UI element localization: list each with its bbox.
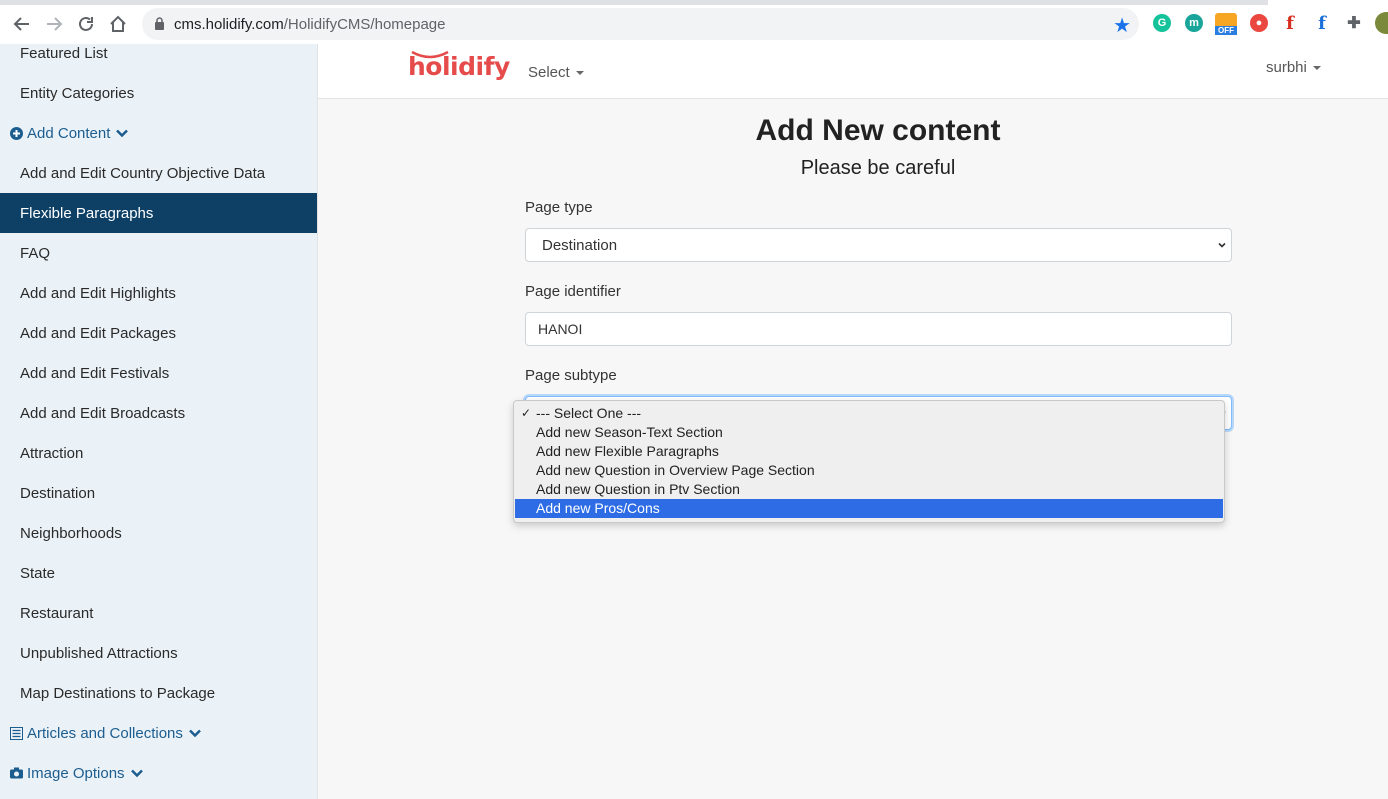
checkmark-icon: ✓ [521,406,532,420]
subtype-option-select-one[interactable]: ✓ --- Select One --- [515,404,1223,423]
page-title: Add New content [755,114,1001,147]
sidebar-group-add-content[interactable]: Add Content [0,113,317,153]
camera-icon [10,767,23,780]
forward-arrow-icon[interactable] [40,10,68,38]
chevron-updown-icon [1218,242,1226,248]
sidebar-item-restaurant[interactable]: Restaurant [0,593,317,633]
page-type-select[interactable]: Destination [525,228,1232,262]
page-subtype-options-popup: ✓ --- Select One --- Add new Season-Text … [513,400,1225,523]
sidebar-item-highlights[interactable]: Add and Edit Highlights [0,273,317,313]
page-type-label: Page type [525,199,593,216]
coupon-extension-icon[interactable]: OFF [1215,13,1237,35]
sidebar-item-featured-list[interactable]: Featured List [0,44,317,73]
user-dropdown-menu[interactable]: surbhi [1266,59,1321,76]
caret-down-icon [1312,66,1321,71]
sidebar: Featured List Entity Categories Add Cont… [0,44,318,799]
sidebar-item-label: Flexible Paragraphs [20,204,154,222]
address-bar[interactable]: cms.holidify.com/HolidifyCMS/homepage ★ [142,8,1139,40]
page-identifier-input[interactable]: HANOI [525,312,1232,346]
puzzle-extensions-icon[interactable]: ✚ [1345,14,1363,32]
tab-strip [0,0,1388,5]
sidebar-item-label: Add and Edit Broadcasts [20,404,186,422]
sidebar-group-label: Add Content [27,124,111,142]
subtype-option-flexible-paragraphs[interactable]: Add new Flexible Paragraphs [515,442,1223,461]
sidebar-group-label: Image Options [27,764,125,782]
page-identifier-value: HANOI [538,321,583,337]
sidebar-item-label: Destination [20,484,96,502]
holidify-logo[interactable]: holidify [408,52,510,81]
grammarly-extension-icon[interactable]: G [1153,14,1171,32]
subtype-option-ptv-question[interactable]: Add new Question in Ptv Section [515,480,1223,499]
sidebar-item-label: Add and Edit Festivals [20,364,170,382]
sidebar-item-broadcasts[interactable]: Add and Edit Broadcasts [0,393,317,433]
sidebar-item-state[interactable]: State [0,553,317,593]
sidebar-item-label: Add and Edit Country Objective Data [20,164,266,182]
sidebar-item-label: Map Destinations to Package [20,684,216,702]
sidebar-item-label: Entity Categories [20,84,135,102]
sidebar-item-label: State [20,564,56,582]
chevron-down-icon [189,729,201,738]
reload-icon[interactable] [72,10,100,38]
home-icon[interactable] [104,10,132,38]
sidebar-item-label: Unpublished Attractions [20,644,178,662]
sidebar-group-articles[interactable]: Articles and Collections [0,713,317,753]
user-name: surbhi [1266,59,1307,76]
m-extension-icon[interactable]: m [1185,14,1203,32]
sidebar-item-faq[interactable]: FAQ [0,233,317,273]
red-extension-icon[interactable]: ● [1250,14,1268,32]
bookmark-star-icon[interactable]: ★ [1113,13,1131,38]
chevron-down-icon [116,129,129,138]
f-red-extension-icon[interactable]: f [1281,13,1299,34]
facebook-extension-icon[interactable]: f [1313,13,1331,34]
caret-down-icon [575,71,584,76]
subtype-option-pros-cons[interactable]: Add new Pros/Cons [515,499,1223,518]
browser-toolbar: cms.holidify.com/HolidifyCMS/homepage ★ … [0,0,1388,45]
chevron-down-icon [130,769,143,778]
sidebar-item-packages[interactable]: Add and Edit Packages [0,313,317,353]
select-menu-label: Select [528,64,570,81]
sidebar-item-festivals[interactable]: Add and Edit Festivals [0,353,317,393]
sidebar-item-flexible-paragraphs[interactable]: Flexible Paragraphs [0,193,317,233]
active-tab[interactable] [1268,0,1388,5]
sidebar-item-destination[interactable]: Destination [0,473,317,513]
page-identifier-label: Page identifier [525,283,621,300]
sidebar-item-label: Restaurant [20,604,94,622]
select-dropdown-menu[interactable]: Select [528,64,584,81]
sidebar-item-label: Attraction [20,444,84,462]
sidebar-item-map-destinations[interactable]: Map Destinations to Package [0,673,317,713]
url-text: cms.holidify.com/HolidifyCMS/homepage [174,16,446,33]
profile-avatar[interactable] [1375,12,1388,34]
sidebar-item-label: FAQ [20,244,51,262]
page-type-value: Destination [542,236,618,254]
subtype-option-season-text[interactable]: Add new Season-Text Section [515,423,1223,442]
page-subtitle: Please be careful [800,157,956,179]
lock-icon [155,17,164,30]
sidebar-item-country-objective-data[interactable]: Add and Edit Country Objective Data [0,153,317,193]
sidebar-item-label: Add and Edit Packages [20,324,176,342]
sidebar-item-entity-categories[interactable]: Entity Categories [0,73,317,113]
sidebar-group-label: Articles and Collections [27,724,183,742]
sidebar-item-label: Neighborhoods [20,524,122,542]
back-arrow-icon[interactable] [8,10,36,38]
sidebar-group-image-options[interactable]: Image Options [0,753,317,793]
sidebar-item-label: Add and Edit Highlights [20,284,176,302]
sidebar-item-attraction[interactable]: Attraction [0,433,317,473]
sidebar-item-neighborhoods[interactable]: Neighborhoods [0,513,317,553]
app-header: holidify Select surbhi [318,44,1388,99]
sidebar-item-label: Featured List [20,44,108,62]
page-subtype-label: Page subtype [525,367,617,384]
plus-circle-icon [10,126,23,140]
subtype-option-overview-question[interactable]: Add new Question in Overview Page Sectio… [515,461,1223,480]
list-icon [10,726,23,740]
sidebar-item-unpublished-attractions[interactable]: Unpublished Attractions [0,633,317,673]
